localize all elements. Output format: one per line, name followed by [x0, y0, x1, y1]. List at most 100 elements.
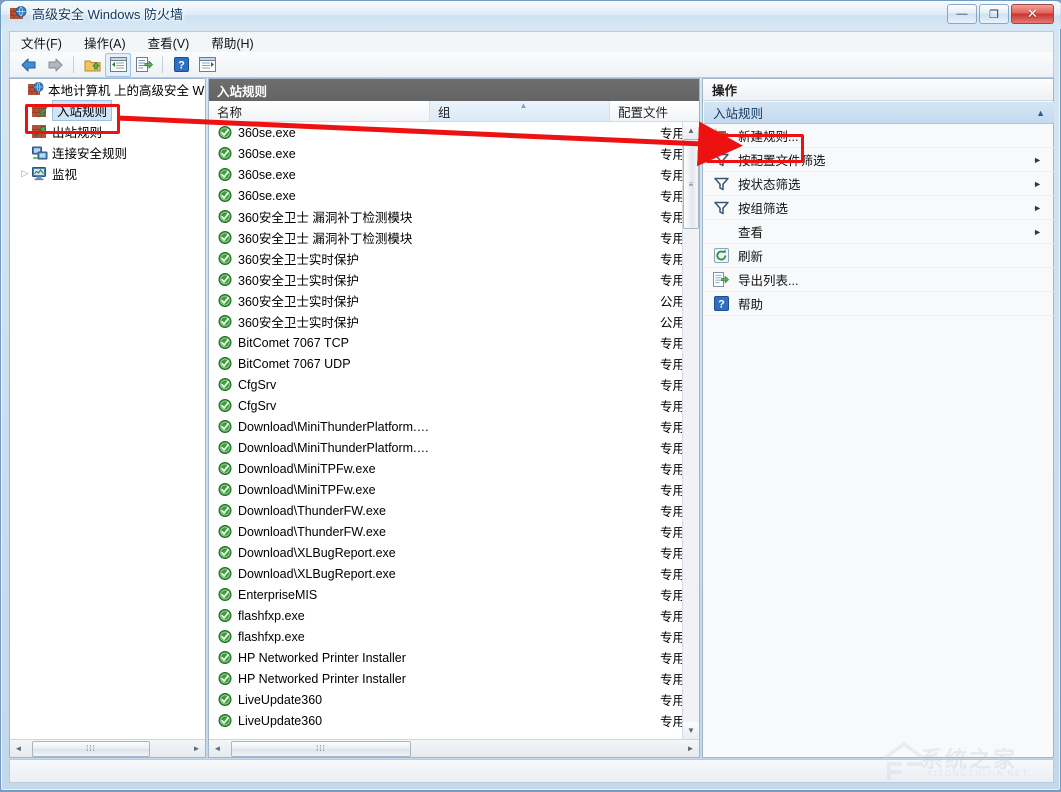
action-item-6[interactable]: 导出列表... [704, 268, 1054, 292]
refresh-icon [714, 248, 729, 263]
export-list-button[interactable] [131, 53, 157, 77]
table-row[interactable]: 360安全卫士实时保护专用 [209, 248, 682, 269]
rule-profile: 专用 [615, 354, 682, 373]
submenu-arrow-icon[interactable]: ► [1033, 179, 1042, 189]
table-row[interactable]: Download\MiniThunderPlatform.exe专用 [209, 416, 682, 437]
table-row[interactable]: LiveUpdate360专用 [209, 689, 682, 710]
rule-enabled-icon [217, 210, 233, 223]
title-bar[interactable]: 高级安全 Windows 防火墙 — ❐ ✕ [1, 1, 1061, 29]
table-row[interactable]: HP Networked Printer Installer专用 [209, 647, 682, 668]
vscroll-thumb[interactable]: ≡ [683, 139, 699, 229]
sidebar-item-monitoring[interactable]: ▷ 监视 [10, 163, 205, 184]
rules-hscroll-track[interactable]: ⁞⁞⁞ [226, 741, 682, 757]
menu-file[interactable]: 文件(F) [10, 31, 73, 54]
tree-hscroll-right-arrow[interactable]: ► [188, 741, 205, 757]
rule-profile: 专用 [615, 396, 682, 415]
table-row[interactable]: 360安全卫士实时保护专用 [209, 269, 682, 290]
table-row[interactable]: 360安全卫士 漏洞补丁检测模块专用 [209, 227, 682, 248]
submenu-arrow-icon[interactable]: ► [1033, 155, 1042, 165]
action-item-4[interactable]: 查看► [704, 220, 1054, 244]
table-row[interactable]: BitComet 7067 TCP专用 [209, 332, 682, 353]
action-item-3[interactable]: 按组筛选► [704, 196, 1054, 220]
menu-view[interactable]: 查看(V) [137, 31, 201, 54]
maximize-button[interactable]: ❐ [979, 4, 1009, 24]
table-row[interactable]: CfgSrv专用 [209, 374, 682, 395]
rules-vertical-scrollbar[interactable]: ▲ ≡ ▼ [682, 122, 699, 739]
rule-name: 360安全卫士实时保护 [238, 291, 435, 310]
table-row[interactable]: Download\MiniThunderPlatform.exe专用 [209, 437, 682, 458]
table-row[interactable]: flashfxp.exe专用 [209, 626, 682, 647]
table-row[interactable]: 360se.exe专用 [209, 122, 682, 143]
table-row[interactable]: Download\ThunderFW.exe专用 [209, 500, 682, 521]
tree-root-item[interactable]: 本地计算机 上的高级安全 Win [10, 79, 205, 100]
table-row[interactable]: Download\MiniTPFw.exe专用 [209, 458, 682, 479]
table-row[interactable]: Download\MiniTPFw.exe专用 [209, 479, 682, 500]
rule-profile: 专用 [615, 648, 682, 667]
rules-hscroll-left-arrow[interactable]: ◄ [209, 741, 226, 757]
table-row[interactable]: CfgSrv专用 [209, 395, 682, 416]
rule-profile: 公用 [615, 312, 682, 331]
action-item-0[interactable]: 新建规则... [704, 124, 1054, 148]
show-tree-pane-button[interactable] [105, 53, 131, 77]
action-item-2[interactable]: 按状态筛选 ► [704, 172, 1054, 196]
column-header-name[interactable]: 名称 [209, 101, 430, 121]
table-row[interactable]: BitComet 7067 UDP专用 [209, 353, 682, 374]
menu-help[interactable]: 帮助(H) [200, 31, 264, 54]
rule-enabled-icon [217, 504, 233, 517]
menu-action[interactable]: 操作(A) [73, 31, 137, 54]
table-row[interactable]: HP Networked Printer Installer专用 [209, 668, 682, 689]
tree-hscroll-track[interactable]: ⁞⁞⁞ [27, 741, 188, 757]
table-row[interactable]: 360se.exe专用 [209, 143, 682, 164]
vscroll-up-arrow[interactable]: ▲ [683, 122, 699, 139]
chevron-up-icon[interactable]: ▲ [1036, 108, 1045, 118]
table-row[interactable]: Download\XLBugReport.exe专用 [209, 542, 682, 563]
table-row[interactable]: 360se.exe专用 [209, 185, 682, 206]
rule-enabled-icon [217, 525, 233, 538]
back-button[interactable] [16, 53, 42, 77]
column-header-group[interactable]: ▲ 组 [430, 101, 610, 121]
rule-name: CfgSrv [238, 378, 435, 392]
close-button[interactable]: ✕ [1011, 4, 1054, 24]
table-row[interactable]: EnterpriseMIS专用 [209, 584, 682, 605]
rule-enabled-icon [217, 147, 233, 160]
vscroll-down-arrow[interactable]: ▼ [683, 722, 699, 739]
action-item-1[interactable]: 按配置文件筛选► [704, 148, 1054, 172]
submenu-arrow-icon[interactable]: ► [1033, 203, 1042, 213]
rules-hscroll-right-arrow[interactable]: ► [682, 741, 699, 757]
tree-expander-monitoring[interactable]: ▷ [18, 168, 32, 179]
sidebar-item-inbound-rules[interactable]: 入站规则 [10, 100, 205, 121]
submenu-arrow-icon[interactable]: ► [1033, 227, 1042, 237]
rules-list[interactable]: 360se.exe专用360se.exe专用360se.exe专用360se.e… [209, 122, 682, 739]
action-item-7[interactable]: ?帮助 [704, 292, 1054, 316]
table-row[interactable]: 360se.exe专用 [209, 164, 682, 185]
minimize-button[interactable]: — [947, 4, 977, 24]
table-row[interactable]: LiveUpdate360专用 [209, 710, 682, 731]
table-row[interactable]: Download\XLBugReport.exe专用 [209, 563, 682, 584]
table-row[interactable]: 360安全卫士实时保护公用 [209, 311, 682, 332]
action-item-5[interactable]: 刷新 [704, 244, 1054, 268]
table-row[interactable]: Download\ThunderFW.exe专用 [209, 521, 682, 542]
tree-hscroll-left-arrow[interactable]: ◄ [10, 741, 27, 757]
help-button[interactable]: ? [168, 53, 194, 77]
rules-hscroll-thumb[interactable]: ⁞⁞⁞ [231, 741, 411, 757]
tree-horizontal-scrollbar[interactable]: ◄ ⁞⁞⁞ ► [10, 739, 205, 757]
actions-section-inbound-rules[interactable]: 入站规则 ▲ [704, 102, 1054, 124]
up-folder-button[interactable] [79, 53, 105, 77]
table-row[interactable]: 360安全卫士 漏洞补丁检测模块专用 [209, 206, 682, 227]
table-row[interactable]: 360安全卫士实时保护公用 [209, 290, 682, 311]
forward-button[interactable] [42, 53, 68, 77]
column-header-profile[interactable]: 配置文件 [610, 101, 699, 121]
table-row[interactable]: flashfxp.exe专用 [209, 605, 682, 626]
filter-icon [714, 177, 729, 191]
sidebar-item-connection-security-rules[interactable]: 连接安全规则 [10, 142, 205, 163]
rule-name: Download\MiniTPFw.exe [238, 483, 435, 497]
action-item-label: 按状态筛选 [738, 174, 801, 193]
action-item-label: 帮助 [738, 294, 763, 313]
rule-enabled-icon [217, 672, 233, 685]
rule-enabled-icon [217, 378, 233, 391]
sidebar-item-outbound-rules[interactable]: 出站规则 [10, 121, 205, 142]
tree-hscroll-thumb[interactable]: ⁞⁞⁞ [32, 741, 150, 757]
rules-horizontal-scrollbar[interactable]: ◄ ⁞⁞⁞ ► [209, 739, 699, 757]
show-action-pane-button[interactable] [194, 53, 220, 77]
sidebar-item-label-outbound: 出站规则 [52, 122, 102, 141]
